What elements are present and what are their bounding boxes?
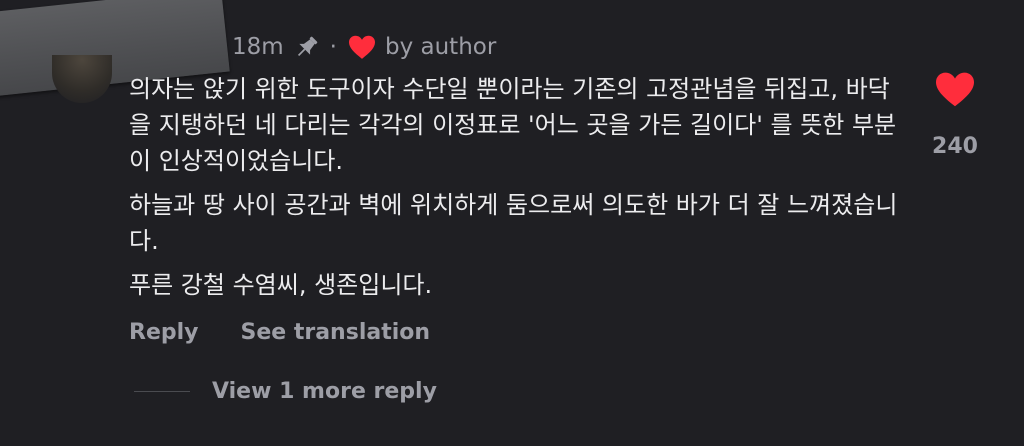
reply-divider-line	[134, 390, 190, 392]
like-count[interactable]: 240	[920, 134, 990, 159]
view-more-replies-label[interactable]: View 1 more reply	[212, 379, 437, 404]
comment-paragraph: 의자는 앉기 위한 도구이자 수단일 뿐이라는 기존의 고정관념을 뒤집고, 바…	[129, 75, 897, 175]
by-author-label: by author	[384, 34, 497, 60]
heart-icon	[348, 35, 375, 59]
comment-paragraph: 푸른 강철 수염씨, 생존입니다.	[129, 271, 433, 299]
see-translation-button[interactable]: See translation	[241, 320, 431, 345]
like-section: 240	[920, 70, 990, 159]
comment-actions: Reply See translation	[129, 316, 430, 348]
avatar[interactable]	[52, 55, 112, 103]
pin-icon	[297, 36, 317, 57]
comment-time: 18m	[232, 34, 284, 60]
like-heart-icon[interactable]	[934, 70, 976, 108]
separator-dot: ·	[329, 34, 337, 60]
comment-body: 의자는 앉기 위한 도구이자 수단일 뿐이라는 기존의 고정관념을 뒤집고, 바…	[129, 71, 899, 311]
reply-button[interactable]: Reply	[129, 320, 199, 345]
comment-paragraph: 하늘과 땅 사이 공간과 벽에 위치하게 둠으로써 의도한 바가 더 잘 느껴졌…	[129, 191, 898, 255]
comment-meta: 18m · by author	[232, 30, 496, 64]
view-more-replies[interactable]: View 1 more reply	[134, 374, 437, 408]
